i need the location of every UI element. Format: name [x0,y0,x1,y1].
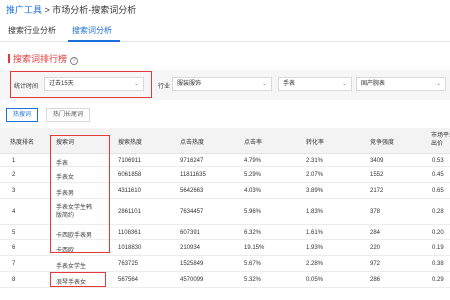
industry-select-value: 服装服饰 [177,81,202,87]
question-circle-icon[interactable]: ? [70,57,79,65]
breadcrumb-current: > 市场分析-搜索词分析 [42,5,137,15]
cell-click-heat: 9716247 [180,158,204,164]
highlight-box-time [10,71,152,98]
subcategory-select-value: 国产腕表 [361,81,386,87]
section-title: 搜索词排行榜? [8,52,79,65]
col-ctr: 点击率 [244,140,263,146]
cell-competition: 1552 [370,172,384,178]
cell-click-heat: 7634457 [180,209,204,215]
cell-click-heat: 11811635 [180,172,206,178]
cell-rank: 1 [12,158,16,164]
cell-search-heat: 4311610 [118,188,141,194]
cell-rank: 6 [12,245,16,251]
cell-ctr: 5.96% [244,209,262,215]
col-rank: 热度排名 [10,140,35,146]
cell-click-heat: 210934 [180,245,201,251]
cell-conversion: 1.83% [306,209,324,215]
col-competition: 竞争强度 [370,140,395,146]
cell-search-heat: 763725 [118,261,139,267]
col-search-heat: 搜索热度 [118,140,143,146]
cell-rank: 3 [12,188,16,194]
sub-tab-hot-words[interactable]: 热搜词 [6,108,39,122]
cell-search-heat: 7106911 [118,158,141,164]
highlight-box-keywords [50,135,110,253]
cell-ctr: 5.67% [244,261,262,267]
cell-click-heat: 4570099 [180,277,204,283]
cell-ctr: 4.03% [244,188,262,194]
category-select-value: 手表 [283,81,296,87]
cell-avg-bid: 0.38 [432,261,444,267]
cell-search-heat: 567564 [118,277,139,283]
tab-bar: 搜索行业分析 搜索词分析 [0,22,450,42]
cell-keyword[interactable]: 手表女学生 [56,261,86,270]
cell-rank: 7 [12,261,16,267]
cell-competition: 3409 [370,158,384,164]
cell-competition: 220 [370,245,381,251]
col-avg-bid: 市场平均出价 [431,133,450,147]
cell-avg-bid: 0.20 [432,230,444,236]
cell-rank: 5 [12,230,16,236]
title-accent-bar [8,54,10,63]
cell-ctr: 5.32% [244,277,262,283]
cell-conversion: 2.07% [306,172,324,178]
cell-ctr: 6.32% [244,230,262,236]
cell-conversion: 2.31% [306,158,324,164]
cell-conversion: 0.05% [306,277,324,283]
cell-conversion: 1.93% [306,245,324,251]
cell-avg-bid: 0.19 [432,245,444,251]
cell-ctr: 19.15% [244,245,265,251]
cell-conversion: 1.61% [306,230,324,236]
cell-competition: 972 [370,261,381,267]
sub-tab-longtail-words[interactable]: 热门长尾词 [46,108,91,122]
chevron-down-icon: ⌄ [435,81,441,87]
table-row[interactable]: 7 手表女学生 763725 1525849 5.67% 2.28% 972 0… [0,256,450,272]
subcategory-select[interactable]: 国产腕表 ⌄ [356,77,446,91]
cell-rank: 4 [12,209,16,215]
cell-ctr: 5.29% [244,172,262,178]
cell-avg-bid: 0.53 [432,158,444,164]
category-select[interactable]: 手表 ⌄ [278,77,352,91]
cell-avg-bid: 0.45 [432,172,444,178]
cell-rank: 8 [12,277,16,283]
cell-conversion: 2.28% [306,261,324,267]
cell-avg-bid: 0.29 [432,277,444,283]
highlight-box-keyword-row7 [50,272,106,287]
active-tab-indicator [68,40,120,42]
tab-keyword-analysis[interactable]: 搜索词分析 [72,25,112,36]
cell-rank: 2 [12,172,16,178]
industry-label: 行业 [158,84,171,90]
cell-ctr: 4.79% [244,158,262,164]
cell-search-heat: 1108361 [118,230,141,236]
cell-avg-bid: 0.28 [432,209,444,215]
chevron-down-icon: ⌄ [261,81,267,87]
cell-competition: 284 [370,230,381,236]
cell-competition: 286 [370,277,381,283]
cell-avg-bid: 0.65 [432,188,444,194]
section-title-text: 搜索词排行榜 [13,54,68,64]
cell-conversion: 3.89% [306,188,324,194]
cell-search-heat: 1018830 [118,245,142,251]
tab-industry-analysis[interactable]: 搜索行业分析 [8,25,56,36]
cell-search-heat: 2861101 [118,209,141,215]
breadcrumb-link[interactable]: 推广工具 [6,5,42,15]
col-click-heat: 点击热度 [180,140,205,146]
cell-competition: 2172 [370,188,384,194]
cell-search-heat: 6061858 [118,172,142,178]
cell-competition: 378 [370,209,381,215]
breadcrumb: 推广工具 > 市场分析-搜索词分析 [6,3,136,16]
cell-click-heat: 607391 [180,230,201,236]
industry-select[interactable]: 服装服饰 ⌄ [172,77,272,91]
chevron-down-icon: ⌄ [341,81,347,87]
cell-click-heat: 5642663 [180,188,204,194]
col-conversion: 转化率 [306,140,325,146]
cell-click-heat: 1525849 [180,261,204,267]
filter-bar: 统计时间 过去15天 ⌄ 行业 服装服饰 ⌄ 手表 ⌄ 国产腕表 ⌄ [0,70,450,100]
